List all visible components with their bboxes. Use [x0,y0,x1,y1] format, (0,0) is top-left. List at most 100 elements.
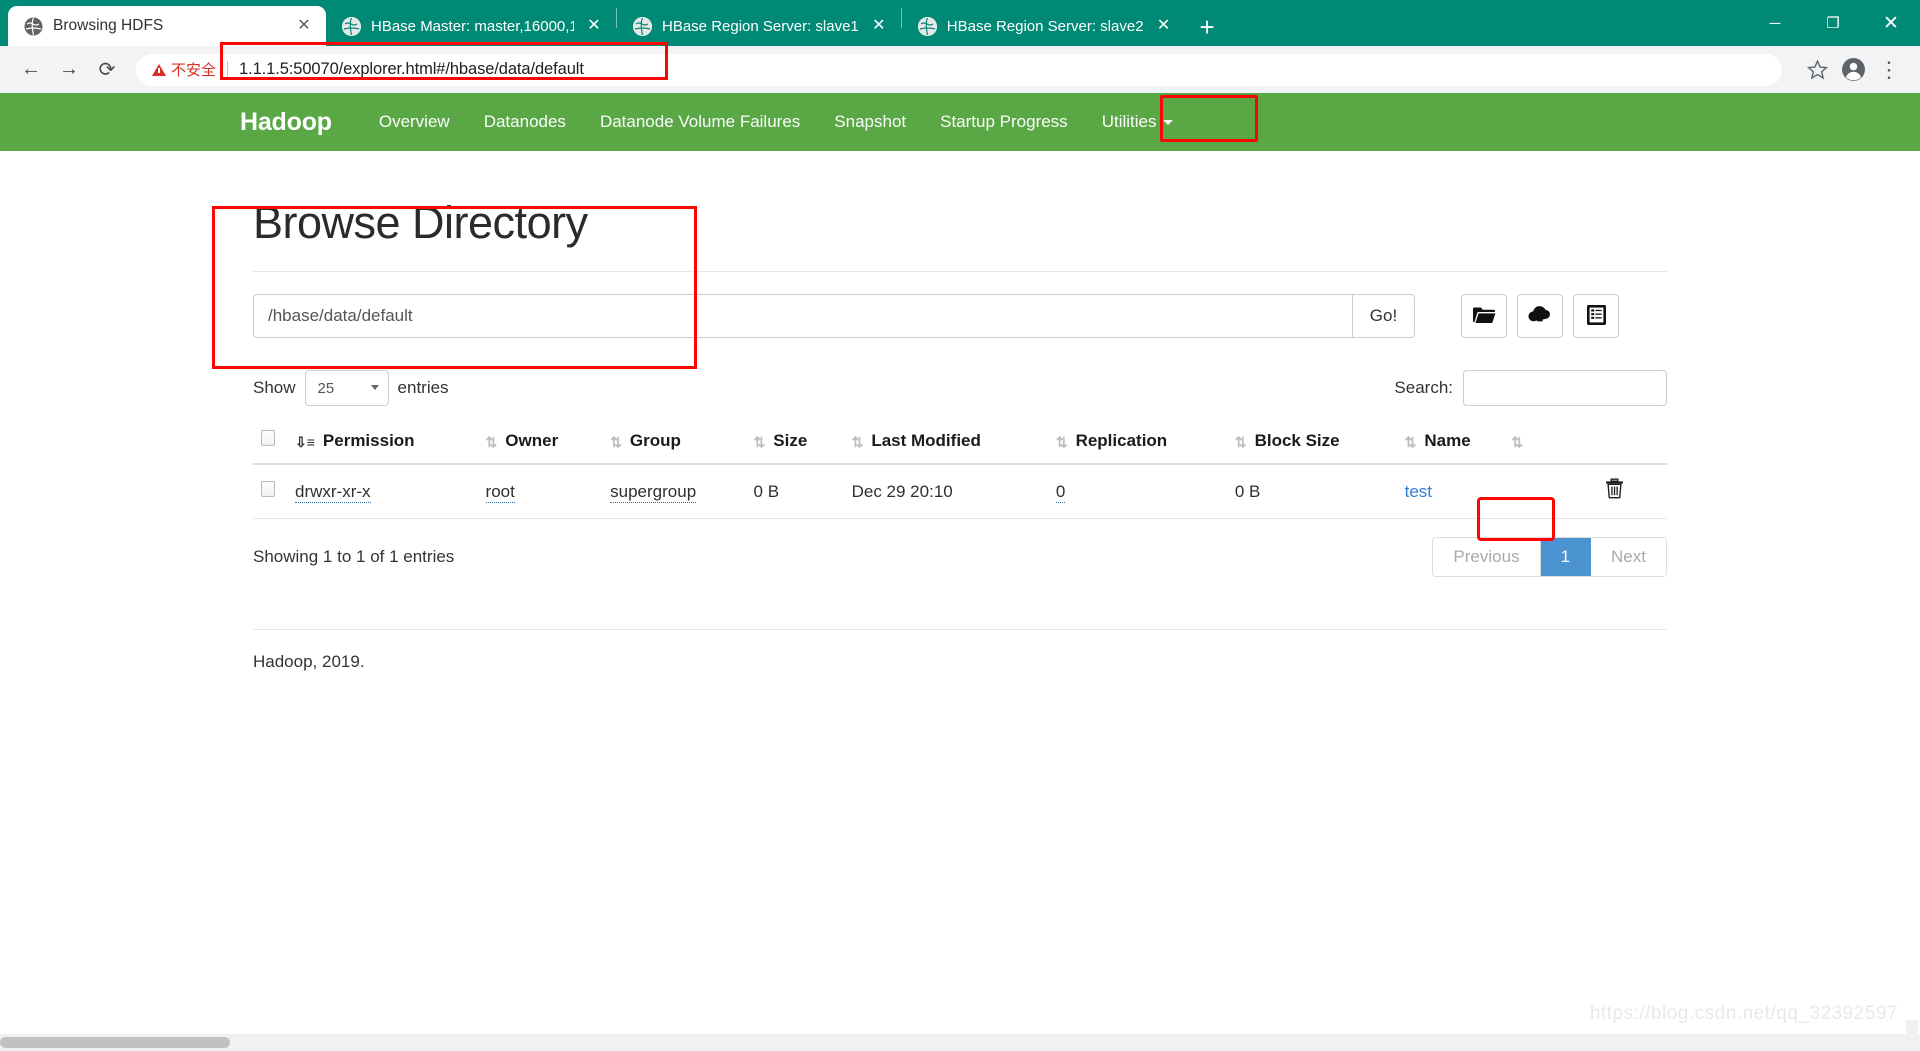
permission-value[interactable]: drwxr-xr-x [295,481,371,503]
omnibox-divider [227,61,229,78]
select-all-checkbox[interactable] [261,430,275,446]
column-header-permission[interactable]: ⇩≡ Permission [287,420,478,465]
footer-divider [253,629,1667,630]
table-controls: Show 25 50 100 entries Search: [253,370,1667,406]
close-window-button[interactable]: ✕ [1862,0,1920,46]
nav-item-snapshot[interactable]: Snapshot [817,112,923,132]
show-entries-control: Show 25 50 100 entries [253,370,449,406]
cut-paste-button[interactable] [1573,294,1619,338]
table-row[interactable]: drwxr-xr-x root supergroup 0 B Dec 29 20… [253,464,1667,519]
horizontal-scrollbar-thumb[interactable] [0,1037,230,1048]
cell-last-modified: Dec 29 20:10 [843,464,1048,519]
column-header-actions [1597,420,1667,465]
column-label: Name [1424,430,1471,450]
column-label: Group [629,430,681,450]
maximize-button[interactable]: ❐ [1804,0,1862,46]
not-secure-label: 不安全 [171,62,217,79]
group-value[interactable]: supergroup [610,481,697,503]
pagination-previous[interactable]: Previous [1433,538,1541,576]
column-header-last-modified[interactable]: ⇅ Last Modified [843,420,1048,465]
sort-icon: ⇅ [485,433,498,450]
search-input[interactable] [1463,370,1667,406]
globe-icon [24,16,43,36]
upload-files-icon [1528,304,1552,328]
nav-item-datanode-volume-failures[interactable]: Datanode Volume Failures [583,112,817,132]
browser-tab-3[interactable]: HBase Region Server: slave2 ✕ [902,6,1186,46]
horizontal-scrollbar[interactable] [0,1034,1920,1051]
column-header-replication[interactable]: ⇅ Replication [1047,420,1227,465]
browser-tab-2[interactable]: HBase Region Server: slave1 ✕ [617,6,901,46]
owner-value[interactable]: root [485,481,515,503]
column-label: Last Modified [871,430,981,450]
page-footer: Hadoop, 2019. [253,652,365,671]
new-directory-button[interactable] [1461,294,1507,338]
table-header-row: ⇩≡ Permission ⇅ Owner ⇅ Group ⇅ Size ⇅ Last M… [253,420,1667,465]
table-head: ⇩≡ Permission ⇅ Owner ⇅ Group ⇅ Size ⇅ Last M… [253,420,1667,465]
sort-icon: ⇅ [1234,433,1247,450]
row-checkbox[interactable] [261,481,275,497]
url-text: 1.1.1.5:50070/explorer.html#/hbase/data/… [239,60,584,78]
browser-menu-icon[interactable]: ⋮ [1872,53,1906,87]
sort-icon: ⇅ [753,433,766,450]
tab-close-icon[interactable]: ✕ [294,18,314,34]
browser-toolbar: ← → ⟳ 不安全 1.1.1.5:50070/explorer.html#/h… [0,46,1920,93]
back-icon[interactable]: ← [14,53,48,87]
cell-permission: drwxr-xr-x [287,464,478,519]
entries-label: entries [397,378,449,397]
toolbar-actions: ⋮ [1800,53,1906,87]
address-bar[interactable]: 不安全 1.1.1.5:50070/explorer.html#/hbase/d… [136,53,1782,86]
column-label: Block Size [1254,430,1340,450]
sort-icon: ⇅ [851,433,864,450]
sort-icon: ⇅ [1055,433,1068,450]
row-select-cell [253,464,287,519]
new-directory-icon [1472,305,1496,328]
pagination-next[interactable]: Next [1591,538,1666,576]
new-tab-button[interactable]: + [1200,14,1215,40]
column-label: Owner [505,430,559,450]
browser-tab-label: Browsing HDFS [53,17,164,34]
hadoop-brand[interactable]: Hadoop [240,108,332,137]
nav-item-overview[interactable]: Overview [362,112,467,132]
tab-close-icon[interactable]: ✕ [1154,18,1174,34]
reload-icon[interactable]: ⟳ [90,53,124,87]
nav-item-startup-progress[interactable]: Startup Progress [923,112,1085,132]
minimize-button[interactable]: ─ [1746,0,1804,46]
chevron-down-icon [1163,119,1174,125]
not-secure-indicator[interactable]: 不安全 [152,59,216,80]
nav-item-utilities[interactable]: Utilities [1085,112,1191,132]
browser-tab-1[interactable]: HBase Master: master,16000,1 ✕ [326,6,616,46]
page-title: Browse Directory [253,197,588,248]
cell-group: supergroup [602,464,746,519]
vertical-scrollbar-end [1906,1020,1918,1034]
directory-tool-buttons [1461,294,1619,338]
bookmark-star-icon[interactable] [1800,53,1834,87]
cell-name: test [1396,464,1597,519]
file-name-link[interactable]: test [1405,482,1432,501]
browser-tab-bar: Browsing HDFS ✕ HBase Master: master,160… [0,0,1920,46]
search-label: Search: [1394,378,1453,397]
title-divider [253,271,1667,272]
tab-close-icon[interactable]: ✕ [869,18,889,34]
trash-icon[interactable] [1605,478,1624,504]
globe-icon [342,16,361,36]
browser-tab-label: HBase Master: master,16000,1 [371,17,574,35]
upload-files-button[interactable] [1517,294,1563,338]
entries-per-page-select[interactable]: 25 50 100 [304,370,389,406]
column-header-owner[interactable]: ⇅ Owner [477,420,603,465]
column-header-block-size[interactable]: ⇅ Block Size [1226,420,1397,465]
column-header-name[interactable]: ⇅ Name ⇅ [1396,420,1597,465]
profile-account-icon[interactable] [1836,53,1870,87]
directory-path-input[interactable] [253,294,1352,338]
filesystem-table: ⇩≡ Permission ⇅ Owner ⇅ Group ⇅ Size ⇅ Last M… [253,420,1667,519]
column-header-size[interactable]: ⇅ Size [745,420,844,465]
sort-icon: ⇅ [1404,433,1417,450]
hadoop-nav-links: Overview Datanodes Datanode Volume Failu… [362,112,1191,132]
tab-close-icon[interactable]: ✕ [584,18,604,34]
pagination-page-1[interactable]: 1 [1540,538,1592,576]
go-button[interactable]: Go! [1352,294,1415,338]
nav-item-datanodes[interactable]: Datanodes [467,112,583,132]
browser-tab-0[interactable]: Browsing HDFS ✕ [8,6,326,46]
column-header-group[interactable]: ⇅ Group [602,420,746,465]
forward-icon[interactable]: → [52,53,86,87]
replication-value[interactable]: 0 [1055,481,1066,503]
